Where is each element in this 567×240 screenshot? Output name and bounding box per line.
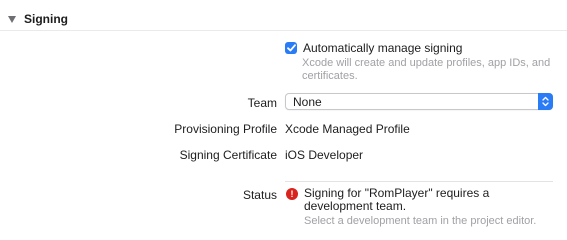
auto-signing-checkbox[interactable] xyxy=(285,42,297,54)
auto-signing-checkbox-row[interactable]: Automatically manage signing xyxy=(285,41,462,55)
team-popup-button[interactable]: None xyxy=(285,93,553,110)
signing-certificate-label: Signing Certificate xyxy=(179,148,277,162)
section-title: Signing xyxy=(24,12,68,26)
error-icon: ! xyxy=(286,188,298,200)
popup-arrows-icon xyxy=(538,93,553,110)
signing-certificate-value: iOS Developer xyxy=(285,148,364,162)
auto-signing-hint: Xcode will create and update profiles, a… xyxy=(302,57,551,82)
team-label: Team xyxy=(247,96,277,110)
section-divider xyxy=(0,30,567,31)
status-message: Signing for "RomPlayer" requires a devel… xyxy=(304,186,490,213)
provisioning-profile-value: Xcode Managed Profile xyxy=(285,122,410,136)
disclosure-triangle-icon[interactable] xyxy=(8,15,16,23)
provisioning-profile-label: Provisioning Profile xyxy=(174,122,277,136)
checkmark-icon xyxy=(286,44,296,52)
status-hint: Select a development team in the project… xyxy=(304,215,537,227)
auto-signing-label[interactable]: Automatically manage signing xyxy=(303,41,462,55)
status-label: Status xyxy=(242,188,277,202)
signing-section-header[interactable]: Signing xyxy=(8,10,68,28)
status-divider xyxy=(285,181,553,182)
team-popup-value: None xyxy=(293,95,322,109)
